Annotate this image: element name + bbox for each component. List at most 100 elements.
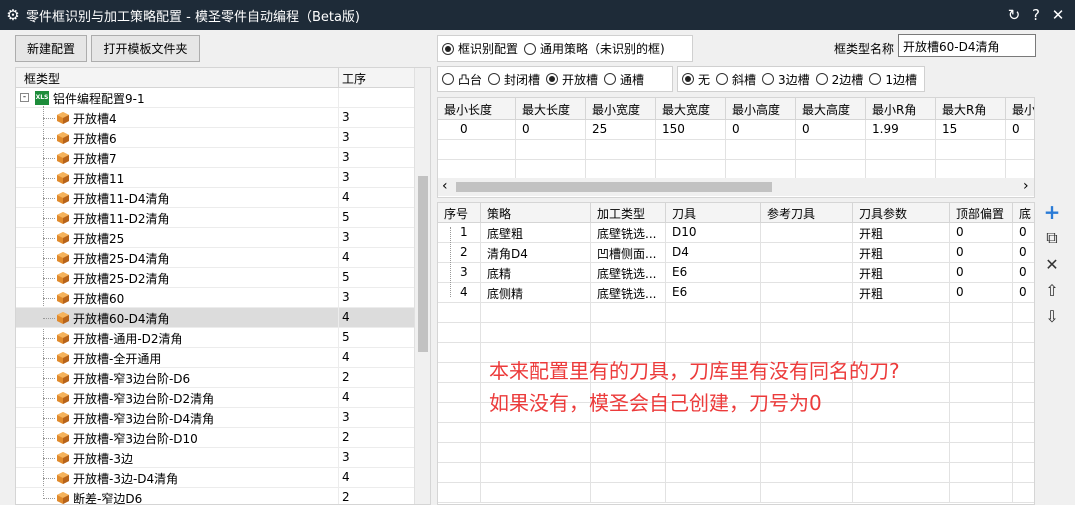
- strategy-cell[interactable]: [761, 223, 853, 243]
- limits-cell[interactable]: 150: [656, 120, 726, 140]
- strategy-cell[interactable]: 凹槽侧面...: [591, 243, 666, 263]
- strategy-cell[interactable]: 底壁铣选...: [591, 223, 666, 243]
- strategy-cell[interactable]: [761, 243, 853, 263]
- limits-col-header[interactable]: 最小: [1006, 98, 1034, 120]
- strategy-cell[interactable]: [761, 263, 853, 283]
- limits-cell[interactable]: 0: [438, 120, 516, 140]
- strategy-col-header[interactable]: 序号: [438, 203, 481, 223]
- frame-type-name-input[interactable]: 开放槽60-D4清角: [898, 34, 1036, 57]
- strategy-cell[interactable]: 底壁铣选...: [591, 263, 666, 283]
- limits-cell[interactable]: 1.99: [866, 120, 936, 140]
- tree-item[interactable]: 开放槽-全开通用 4: [16, 348, 414, 368]
- scroll-right-icon[interactable]: ›: [1023, 178, 1029, 194]
- strategy-cell[interactable]: 底侧精: [481, 283, 591, 303]
- radio-icon[interactable]: [815, 73, 828, 85]
- mode-option[interactable]: 框识别配置: [442, 40, 518, 57]
- tree-item[interactable]: 开放槽60 3: [16, 288, 414, 308]
- tree-item[interactable]: 开放槽-窄3边台阶-D4清角 3: [16, 408, 414, 428]
- strategy-grid[interactable]: 序号 策略 加工类型 刀具 参考刀具 刀具参数 顶部偏置底 1 底壁粗 底壁铣选... D10 开粗 0…: [437, 202, 1035, 505]
- tree-item[interactable]: 开放槽4 3: [16, 108, 414, 128]
- collapse-icon[interactable]: -: [20, 93, 29, 102]
- strategy-cell[interactable]: 0: [950, 223, 1013, 243]
- strategy-cell[interactable]: 0: [950, 283, 1013, 303]
- strategy-cell[interactable]: 2: [438, 243, 481, 263]
- strategy-cell[interactable]: 0: [950, 243, 1013, 263]
- limits-col-header[interactable]: 最大长度: [516, 98, 586, 120]
- radio-icon[interactable]: [716, 73, 729, 85]
- shape-option[interactable]: 凸台: [442, 71, 482, 88]
- limits-col-header[interactable]: 最大R角: [936, 98, 1006, 120]
- strategy-col-header[interactable]: 参考刀具: [761, 203, 853, 223]
- tree-scroll-thumb[interactable]: [418, 176, 428, 352]
- strategy-cell[interactable]: 底精: [481, 263, 591, 283]
- strategy-cell[interactable]: 0: [950, 263, 1013, 283]
- limits-cell[interactable]: 25: [586, 120, 656, 140]
- strategy-col-header[interactable]: 刀具: [666, 203, 761, 223]
- edge-option[interactable]: 无: [682, 71, 710, 88]
- tree-root-row[interactable]: - XLS 铝件编程配置9-1: [16, 88, 414, 108]
- radio-icon[interactable]: [869, 73, 882, 85]
- strategy-cell[interactable]: D4: [666, 243, 761, 263]
- radio-icon[interactable]: [546, 73, 559, 85]
- strategy-cell[interactable]: E6: [666, 263, 761, 283]
- tree-item[interactable]: 断差-窄边D6 2: [16, 488, 414, 504]
- help-icon[interactable]: ?: [1025, 6, 1047, 24]
- strategy-cell[interactable]: 清角D4: [481, 243, 591, 263]
- limits-horizontal-scrollbar[interactable]: ‹ ›: [438, 178, 1034, 196]
- tree-item[interactable]: 开放槽6 3: [16, 128, 414, 148]
- shape-option[interactable]: 封闭槽: [488, 71, 540, 88]
- strategy-cell[interactable]: 0: [1013, 283, 1034, 303]
- limits-col-header[interactable]: 最小R角: [866, 98, 936, 120]
- strategy-cell[interactable]: 0: [1013, 243, 1034, 263]
- limits-col-header[interactable]: 最大高度: [796, 98, 866, 120]
- strategy-cell[interactable]: 开粗: [853, 243, 950, 263]
- mode-option[interactable]: 通用策略（未识别的框): [524, 40, 665, 57]
- close-icon[interactable]: ✕: [1047, 6, 1069, 24]
- strategy-cell[interactable]: E6: [666, 283, 761, 303]
- limits-col-header[interactable]: 最大宽度: [656, 98, 726, 120]
- scroll-left-icon[interactable]: ‹: [442, 178, 448, 194]
- radio-icon[interactable]: [488, 73, 501, 85]
- strategy-cell[interactable]: 底壁粗: [481, 223, 591, 243]
- radio-icon[interactable]: [524, 42, 537, 55]
- strategy-cell[interactable]: D10: [666, 223, 761, 243]
- open-template-folder-button[interactable]: 打开模板文件夹: [91, 35, 200, 62]
- strategy-col-header[interactable]: 顶部偏置: [950, 203, 1013, 223]
- limits-col-header[interactable]: 最小高度: [726, 98, 796, 120]
- radio-icon[interactable]: [762, 73, 775, 85]
- radio-icon[interactable]: [682, 73, 694, 85]
- strategy-cell[interactable]: 开粗: [853, 263, 950, 283]
- strategy-cell[interactable]: 3: [438, 263, 481, 283]
- limits-cell[interactable]: 0: [796, 120, 866, 140]
- strategy-cell[interactable]: 0: [1013, 263, 1034, 283]
- tree-item[interactable]: 开放槽60-D4清角 4: [16, 308, 414, 328]
- shape-option[interactable]: 开放槽: [546, 71, 598, 88]
- radio-icon[interactable]: [604, 73, 617, 85]
- strategy-cell[interactable]: 4: [438, 283, 481, 303]
- strategy-cell[interactable]: 0: [1013, 223, 1034, 243]
- shape-option[interactable]: 通槽: [604, 71, 644, 88]
- tree-item[interactable]: 开放槽-窄3边台阶-D10 2: [16, 428, 414, 448]
- refresh-icon[interactable]: ↻: [1003, 6, 1025, 24]
- tree-item[interactable]: 开放槽-窄3边台阶-D2清角 4: [16, 388, 414, 408]
- edge-option[interactable]: 1边槽: [869, 71, 917, 88]
- tree-item[interactable]: 开放槽11 3: [16, 168, 414, 188]
- edge-option[interactable]: 斜槽: [716, 71, 756, 88]
- frame-type-tree[interactable]: 框类型 工序 - XLS 铝件编程配置9-1 开放槽4 3 开放槽6 3 开放槽7 3 开放…: [15, 67, 431, 505]
- tree-item[interactable]: 开放槽11-D2清角 5: [16, 208, 414, 228]
- new-config-button[interactable]: 新建配置: [15, 35, 87, 62]
- strategy-cell[interactable]: [761, 283, 853, 303]
- strategy-cell[interactable]: 开粗: [853, 223, 950, 243]
- strategy-cell[interactable]: 底壁铣选...: [591, 283, 666, 303]
- tree-item[interactable]: 开放槽7 3: [16, 148, 414, 168]
- tree-item[interactable]: 开放槽25 3: [16, 228, 414, 248]
- tree-item[interactable]: 开放槽25-D2清角 5: [16, 268, 414, 288]
- radio-icon[interactable]: [442, 42, 454, 55]
- tree-item[interactable]: 开放槽-通用-D2清角 5: [16, 328, 414, 348]
- limits-grid[interactable]: 最小长度 最大长度 最小宽度 最大宽度 最小高度 最大高度 最小R角 最大R角 最小 0 0 25 15…: [437, 97, 1035, 198]
- edge-option[interactable]: 3边槽: [762, 71, 810, 88]
- strategy-cell[interactable]: 1: [438, 223, 481, 243]
- strategy-col-header[interactable]: 底: [1013, 203, 1034, 223]
- add-row-button[interactable]: +: [1040, 200, 1064, 224]
- strategy-cell[interactable]: 开粗: [853, 283, 950, 303]
